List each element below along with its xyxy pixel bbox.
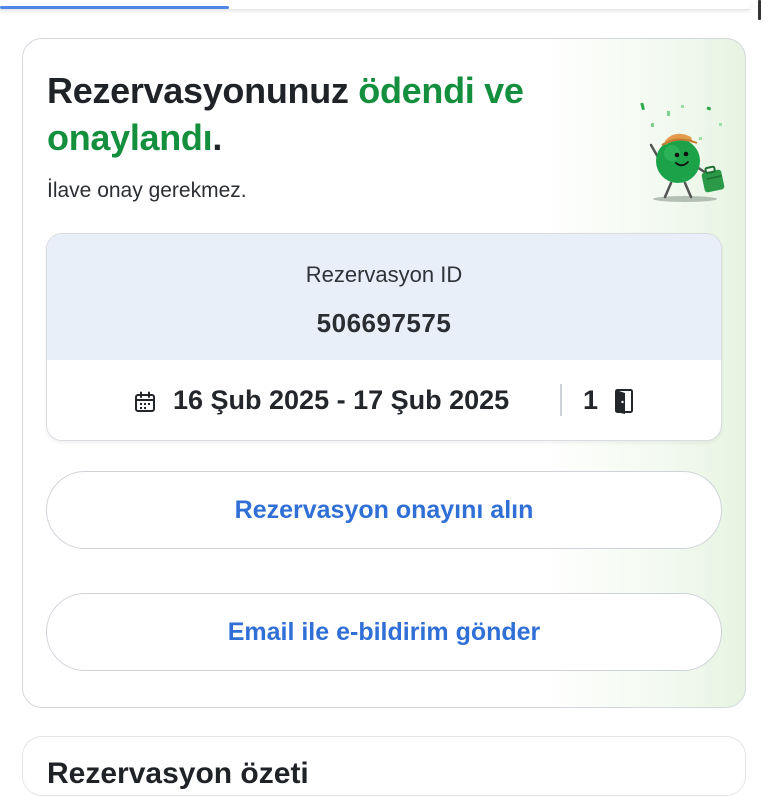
booking-id-panel: Rezervasyon ID 506697575 xyxy=(47,234,721,360)
heading-text-part1: Rezervasyonunuz xyxy=(47,70,359,111)
stay-dates: 16 Şub 2025 - 17 Şub 2025 xyxy=(173,385,510,415)
door-icon xyxy=(615,389,633,414)
scroll-indicator xyxy=(758,0,761,20)
booking-summary-card: Rezervasyon özeti xyxy=(22,736,746,796)
booking-details-box: Rezervasyon ID 506697575 16 Şub 2025 - 1… xyxy=(46,233,722,441)
booking-id-label: Rezervasyon ID xyxy=(305,262,463,287)
booking-id-value: 506697575 xyxy=(316,308,452,338)
calendar-icon xyxy=(135,391,155,412)
celebrating-mascot-illustration xyxy=(640,102,725,202)
get-booking-confirmation-button[interactable]: Rezervasyon onayını alın xyxy=(46,471,722,549)
send-email-notification-button[interactable]: Email ile e-bildirim gönder xyxy=(46,593,722,671)
page-progress-fill xyxy=(0,6,229,9)
room-count: 1 xyxy=(583,385,599,415)
confirmation-subtitle: İlave onay gerekmez. xyxy=(47,179,247,202)
stay-summary-row: 16 Şub 2025 - 17 Şub 2025 1 xyxy=(47,360,721,440)
summary-divider xyxy=(560,384,562,416)
booking-summary-title: Rezervasyon özeti xyxy=(47,757,309,790)
booking-confirmation-card: Rezervasyonunuz ödendi ve onaylandı. İla… xyxy=(22,38,746,708)
heading-text-period: . xyxy=(212,117,223,158)
confirmation-heading: Rezervasyonunuz ödendi ve onaylandı. xyxy=(47,67,627,161)
page-progress-bar xyxy=(0,0,750,10)
